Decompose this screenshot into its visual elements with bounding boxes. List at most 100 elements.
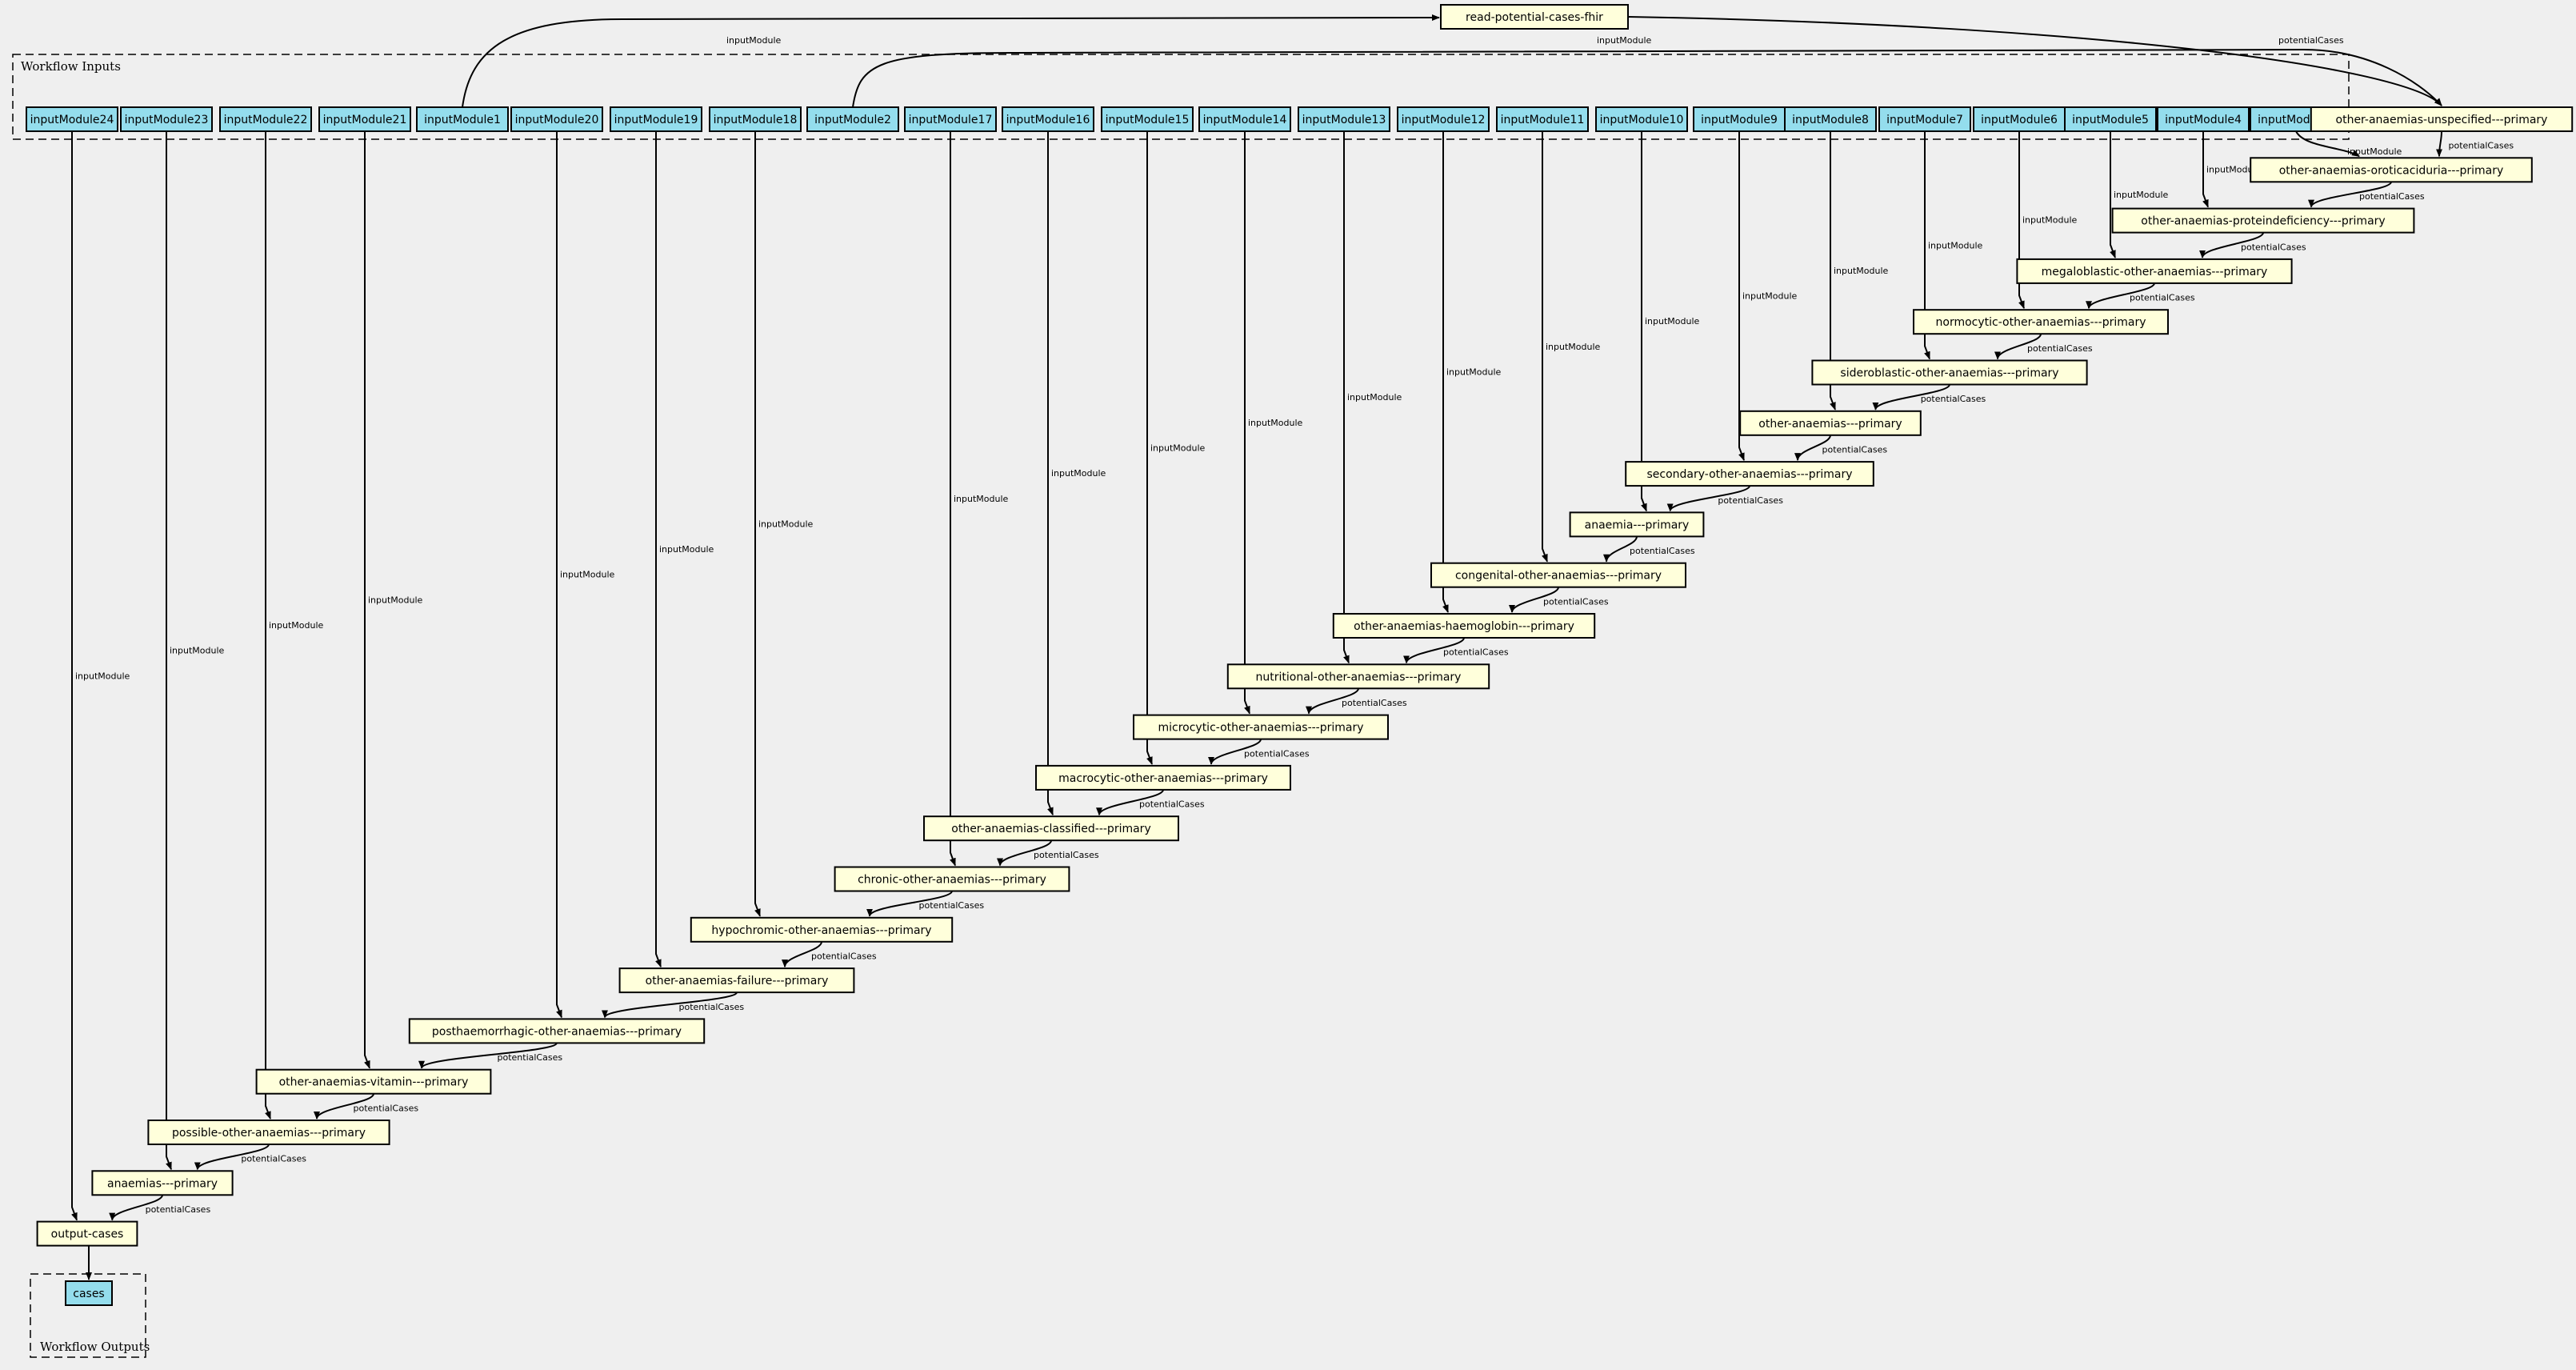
edge-label-input-3: inputModule xyxy=(368,595,423,605)
workflow-inputs-label: Workflow Inputs xyxy=(21,59,121,74)
input-node-inputmodule2[interactable]: inputModule2 xyxy=(806,106,899,132)
step-node-13-label: macrocytic-other-anaemias---primary xyxy=(1058,772,1268,785)
step-node-7[interactable]: secondary-other-anaemias---primary xyxy=(1625,461,1874,487)
edge-label-input-12: inputModule xyxy=(1446,367,1502,378)
step-node-17[interactable]: other-anaemias-failure---primary xyxy=(618,967,855,994)
edge-label-input-14: inputModule xyxy=(1645,316,1700,326)
input-node-inputmodule6[interactable]: inputModule6 xyxy=(1973,106,2066,132)
step-node-6[interactable]: other-anaemias---primary xyxy=(1739,410,1922,436)
step-node-18[interactable]: posthaemorrhagic-other-anaemias---primar… xyxy=(408,1018,706,1044)
step-node-9[interactable]: congenital-other-anaemias---primary xyxy=(1430,562,1686,588)
step-node-21-label: anaemias---primary xyxy=(107,1177,218,1190)
input-node-inputmodule5[interactable]: inputModule5 xyxy=(2064,106,2157,132)
input-node-inputmodule5-label: inputModule5 xyxy=(2072,114,2149,126)
step-node-21[interactable]: anaemias---primary xyxy=(91,1170,234,1196)
step-node-19[interactable]: other-anaemias-vitamin---primary xyxy=(255,1068,492,1095)
read-potential-cases-fhir-node[interactable]: read-potential-cases-fhir xyxy=(1440,4,1629,30)
step-node-18-label: posthaemorrhagic-other-anaemias---primar… xyxy=(432,1025,682,1038)
input-node-inputmodule16[interactable]: inputModule16 xyxy=(1002,106,1094,132)
step-node-22[interactable]: output-cases xyxy=(36,1220,138,1247)
input-node-inputmodule13[interactable]: inputModule13 xyxy=(1298,106,1390,132)
step-node-19-label: other-anaemias-vitamin---primary xyxy=(279,1076,469,1089)
step-node-0[interactable]: other-anaemias-unspecified---primary xyxy=(2310,106,2574,132)
step-node-8[interactable]: anaemia---primary xyxy=(1569,511,1705,538)
input-node-inputmodule4-label: inputModule4 xyxy=(2165,114,2242,126)
edge-label-chain-21: potentialCases xyxy=(241,1154,306,1164)
edge-label-chain-2: potentialCases xyxy=(2359,191,2425,202)
input-node-inputmodule19[interactable]: inputModule19 xyxy=(610,106,702,132)
edge-label-input-11: inputModule xyxy=(1347,392,1402,403)
step-node-3[interactable]: megaloblastic-other-anaemias---primary xyxy=(2016,258,2293,284)
input-node-inputmodule16-label: inputModule16 xyxy=(1006,114,1090,126)
input-node-inputmodule11-label: inputModule11 xyxy=(1501,114,1585,126)
edge-label-input-0: inputModule xyxy=(75,671,130,681)
input-node-inputmodule23[interactable]: inputModule23 xyxy=(120,106,213,132)
edge-label-chain-11: potentialCases xyxy=(1443,647,1509,658)
step-node-4-label: normocytic-other-anaemias---primary xyxy=(1936,316,2146,329)
step-node-11[interactable]: nutritional-other-anaemias---primary xyxy=(1226,663,1490,690)
step-node-10[interactable]: other-anaemias-haemoglobin---primary xyxy=(1332,613,1596,639)
output-node-cases[interactable]: cases xyxy=(65,1280,113,1306)
step-node-3-label: megaloblastic-other-anaemias---primary xyxy=(2042,266,2268,278)
step-node-16[interactable]: hypochromic-other-anaemias---primary xyxy=(690,916,954,943)
edge-label-chain-19: potentialCases xyxy=(498,1052,563,1063)
input-node-inputmodule7[interactable]: inputModule7 xyxy=(1878,106,1971,132)
step-node-0-label: other-anaemias-unspecified---primary xyxy=(2336,114,2548,126)
input-node-inputmodule8-label: inputModule8 xyxy=(1792,114,1869,126)
input-node-inputmodule10[interactable]: inputModule10 xyxy=(1595,106,1688,132)
output-node-cases-label: cases xyxy=(73,1288,104,1300)
edge-label-chain-5: potentialCases xyxy=(2027,343,2093,354)
edge-input-inputmodule1 xyxy=(462,14,1440,108)
input-node-inputmodule11[interactable]: inputModule11 xyxy=(1496,106,1589,132)
edge-label-chain-10: potentialCases xyxy=(1543,596,1609,607)
input-node-inputmodule1[interactable]: inputModule1 xyxy=(416,106,509,132)
edge-label-input-module1: inputModule xyxy=(726,35,782,46)
input-node-inputmodule14[interactable]: inputModule14 xyxy=(1198,106,1291,132)
input-node-inputmodule20[interactable]: inputModule20 xyxy=(510,106,603,132)
step-node-4[interactable]: normocytic-other-anaemias---primary xyxy=(1913,309,2169,335)
input-node-inputmodule6-label: inputModule6 xyxy=(1981,114,2058,126)
input-node-inputmodule7-label: inputModule7 xyxy=(1886,114,1963,126)
input-node-inputmodule15-label: inputModule15 xyxy=(1106,114,1190,126)
step-node-12[interactable]: microcytic-other-anaemias---primary xyxy=(1133,714,1389,740)
step-node-14[interactable]: other-anaemias-classified---primary xyxy=(923,815,1179,842)
step-node-20[interactable]: possible-other-anaemias---primary xyxy=(147,1120,390,1145)
step-node-7-label: secondary-other-anaemias---primary xyxy=(1646,468,1852,481)
edge-label-input-6: inputModule xyxy=(758,519,814,529)
input-node-inputmodule17[interactable]: inputModule17 xyxy=(904,106,997,132)
edge-label-input-8: inputModule xyxy=(1051,468,1106,479)
edge-label-chain-20: potentialCases xyxy=(354,1103,419,1113)
input-node-inputmodule18-label: inputModule18 xyxy=(714,114,798,126)
edge-label-input-7: inputModule xyxy=(954,494,1009,504)
step-node-1[interactable]: other-anaemias-oroticaciduria---primary xyxy=(2250,157,2533,183)
input-node-inputmodule18[interactable]: inputModule18 xyxy=(709,106,802,132)
workflow-outputs-label: Workflow Outputs xyxy=(40,1340,150,1354)
input-node-inputmodule8[interactable]: inputModule8 xyxy=(1784,106,1877,132)
step-node-5[interactable]: sideroblastic-other-anaemias---primary xyxy=(1811,359,2088,386)
step-node-20-label: possible-other-anaemias---primary xyxy=(172,1127,366,1140)
step-node-15[interactable]: chronic-other-anaemias---primary xyxy=(834,866,1070,892)
edge-label-chain-4: potentialCases xyxy=(2130,293,2195,303)
edge-label-chain-15: potentialCases xyxy=(1034,850,1099,860)
workflow-diagram: Workflow Inputs Workflow Outputs potenti… xyxy=(12,4,2574,1358)
edge-label-input-18: inputModule xyxy=(2022,215,2078,226)
input-node-inputmodule24[interactable]: inputModule24 xyxy=(26,106,118,132)
input-node-inputmodule9[interactable]: inputModule9 xyxy=(1693,106,1786,132)
edge-label-chain-12: potentialCases xyxy=(1342,698,1407,708)
input-node-inputmodule2-label: inputModule2 xyxy=(814,114,891,126)
input-node-inputmodule15[interactable]: inputModule15 xyxy=(1101,106,1194,132)
edge-label-input-17: inputModule xyxy=(1928,240,1983,250)
edge-label-chain-18: potentialCases xyxy=(679,1002,745,1012)
input-node-inputmodule22[interactable]: inputModule22 xyxy=(219,106,312,132)
input-node-inputmodule4[interactable]: inputModule4 xyxy=(2157,106,2250,132)
step-node-2-label: other-anaemias-proteindeficiency---prima… xyxy=(2141,215,2385,228)
input-node-inputmodule12[interactable]: inputModule12 xyxy=(1397,106,1490,132)
input-node-inputmodule24-label: inputModule24 xyxy=(30,114,114,126)
edge-input-inputmodule2 xyxy=(852,48,2442,108)
step-node-13[interactable]: macrocytic-other-anaemias---primary xyxy=(1035,764,1291,791)
input-node-inputmodule9-label: inputModule9 xyxy=(1701,114,1778,126)
step-node-2[interactable]: other-anaemias-proteindeficiency---prima… xyxy=(2111,207,2415,234)
edge-label-chain-3: potentialCases xyxy=(2241,242,2306,252)
input-node-inputmodule21[interactable]: inputModule21 xyxy=(318,106,411,132)
edge-label-chain-9: potentialCases xyxy=(1630,546,1695,556)
